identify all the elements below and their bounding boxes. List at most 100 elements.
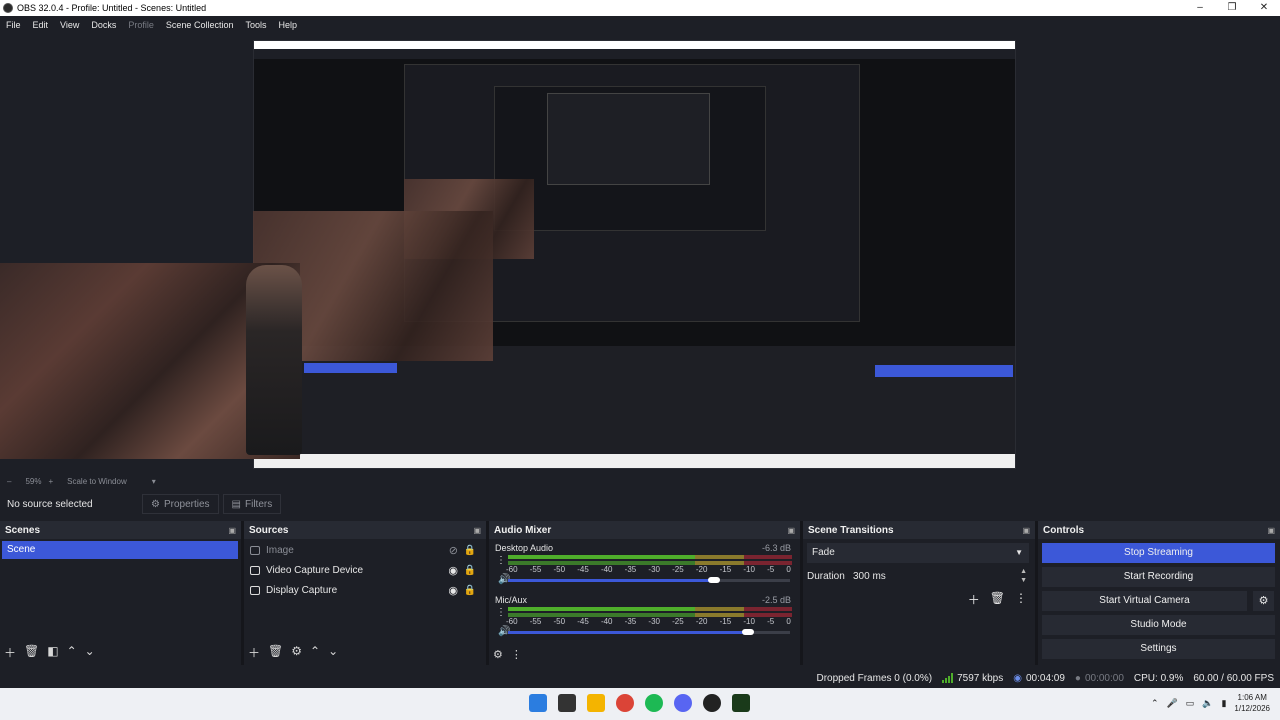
discord-icon[interactable]: [674, 694, 692, 712]
terminal-icon[interactable]: [732, 694, 750, 712]
tick-label: -15: [719, 617, 732, 626]
scenes-toolbar: ＋ 🗑 ◧ ⌃ ⌄: [4, 644, 95, 661]
maximize-button[interactable]: ❐: [1216, 0, 1248, 16]
volume-slider[interactable]: [508, 629, 790, 635]
menu-scene-collection[interactable]: Scene Collection: [160, 20, 240, 30]
volume-icon[interactable]: 🔈: [1202, 698, 1213, 709]
menu-help[interactable]: Help: [272, 20, 303, 30]
lock-icon[interactable]: 🔒: [464, 545, 476, 556]
windows-start-icon[interactable]: [529, 694, 547, 712]
taskbar-clock[interactable]: 1:06 AM 1/12/2026: [1234, 692, 1270, 714]
volume-slider[interactable]: [508, 577, 790, 583]
tick-label: -10: [743, 565, 755, 574]
scene-item[interactable]: Scene: [2, 541, 238, 559]
volume-knob[interactable]: [707, 577, 720, 583]
duration-spinbox[interactable]: 300 ms ▲ ▼: [849, 567, 1029, 587]
preview-area[interactable]: [0, 33, 1280, 474]
lock-icon[interactable]: 🔒: [464, 585, 476, 596]
audio-mixer-dock: Audio Mixer ▣ Desktop Audio -6.3 dB ⋮ -6…: [489, 521, 800, 665]
record-time: ● 00:00:00: [1075, 673, 1124, 684]
chevron-down-icon: ▾: [151, 476, 156, 486]
filters-label: Filters: [245, 498, 273, 510]
add-source-icon[interactable]: ＋: [248, 644, 260, 661]
camera-subject: [246, 265, 302, 455]
add-scene-icon[interactable]: ＋: [4, 644, 16, 661]
zoom-in-button[interactable]: +: [48, 477, 53, 486]
minimize-button[interactable]: –: [1184, 0, 1216, 16]
spotify-icon[interactable]: [645, 694, 663, 712]
close-button[interactable]: ✕: [1248, 0, 1280, 16]
start-virtual-camera-button[interactable]: Start Virtual Camera: [1042, 591, 1247, 611]
chevron-up-icon[interactable]: ⌃: [1151, 698, 1159, 709]
zoom-out-button[interactable]: –: [7, 477, 11, 486]
kebab-menu-icon[interactable]: ⋮: [496, 607, 506, 618]
battery-icon[interactable]: ▮: [1221, 698, 1226, 709]
stream-time-value: 00:04:09: [1025, 672, 1065, 684]
undock-icon[interactable]: ▣: [473, 526, 481, 535]
move-up-icon[interactable]: ⌃: [67, 644, 77, 661]
tick-label: 0: [786, 565, 791, 574]
eye-icon[interactable]: ◉: [448, 564, 458, 577]
add-transition-icon[interactable]: ＋: [968, 591, 980, 608]
audio-mixer-body: Desktop Audio -6.3 dB ⋮ -60 -55 -50 -45 …: [489, 539, 800, 665]
advanced-audio-icon[interactable]: ⚙: [493, 648, 503, 661]
channel-name: Desktop Audio: [495, 543, 554, 553]
camera-icon: [250, 565, 260, 575]
scene-filters-icon[interactable]: ◧: [47, 644, 58, 661]
menu-view[interactable]: View: [54, 20, 85, 30]
menu-bar: File Edit View Docks Profile Scene Colle…: [0, 16, 1280, 33]
remove-scene-icon[interactable]: 🗑: [24, 644, 39, 661]
record-icon: ●: [1074, 672, 1081, 684]
settings-button[interactable]: Settings: [1042, 639, 1275, 659]
scale-mode-select[interactable]: Scale to Window ▾: [60, 477, 156, 486]
eye-hidden-icon[interactable]: ⊘: [449, 544, 458, 557]
source-item-display-capture[interactable]: Display Capture ◉ 🔒: [250, 581, 480, 599]
kebab-menu-icon[interactable]: ⋮: [1015, 591, 1027, 608]
controls-body: Stop Streaming Start Recording Start Vir…: [1038, 539, 1280, 665]
start-recording-button[interactable]: Start Recording: [1042, 567, 1275, 587]
studio-mode-button[interactable]: Studio Mode: [1042, 615, 1275, 635]
source-item-image[interactable]: Image ⊘ 🔒: [250, 541, 480, 559]
lock-icon[interactable]: 🔒: [464, 565, 476, 576]
move-up-icon[interactable]: ⌃: [310, 644, 320, 661]
filters-button[interactable]: ▤ Filters: [222, 494, 282, 514]
properties-button[interactable]: ⚙ Properties: [142, 494, 219, 514]
menu-file[interactable]: File: [0, 20, 27, 30]
sources-list: Image ⊘ 🔒 Video Capture Device ◉ 🔒 Displ…: [244, 539, 486, 665]
chrome-icon[interactable]: [616, 694, 634, 712]
source-item-video-capture[interactable]: Video Capture Device ◉ 🔒: [250, 561, 480, 579]
kebab-menu-icon[interactable]: ⋮: [511, 648, 522, 661]
network-icon[interactable]: ▭: [1186, 698, 1195, 709]
eye-icon[interactable]: ◉: [448, 584, 458, 597]
audio-mixer-title: Audio Mixer: [494, 524, 552, 536]
menu-edit[interactable]: Edit: [27, 20, 55, 30]
undock-icon[interactable]: ▣: [228, 526, 236, 535]
transition-select[interactable]: Fade ▼: [807, 543, 1029, 563]
tick-label: -25: [672, 617, 684, 626]
recursive-taskbar: [254, 454, 1015, 468]
task-view-icon[interactable]: [558, 694, 576, 712]
menu-profile[interactable]: Profile: [122, 20, 160, 30]
volume-knob[interactable]: [741, 629, 754, 635]
undock-icon[interactable]: ▣: [1022, 526, 1030, 535]
source-name: Display Capture: [266, 584, 338, 596]
remove-source-icon[interactable]: 🗑: [268, 644, 283, 661]
tick-label: -50: [553, 617, 566, 626]
menu-docks[interactable]: Docks: [85, 20, 122, 30]
move-down-icon[interactable]: ⌄: [328, 644, 338, 661]
volume-fill: [508, 631, 748, 634]
remove-transition-icon[interactable]: 🗑: [990, 591, 1005, 608]
bitrate-status: 7597 kbps: [942, 673, 1003, 684]
file-explorer-icon[interactable]: [587, 694, 605, 712]
undock-icon[interactable]: ▣: [787, 526, 795, 535]
undock-icon[interactable]: ▣: [1267, 526, 1275, 535]
virtual-camera-settings-button[interactable]: ⚙: [1253, 591, 1274, 611]
move-down-icon[interactable]: ⌄: [85, 644, 95, 661]
microphone-icon[interactable]: 🎤: [1167, 698, 1178, 709]
stop-streaming-button[interactable]: Stop Streaming: [1042, 543, 1275, 563]
kebab-menu-icon[interactable]: ⋮: [496, 555, 506, 566]
source-properties-icon[interactable]: ⚙: [291, 644, 302, 661]
spin-arrows-icon[interactable]: ▲ ▼: [1020, 567, 1027, 585]
menu-tools[interactable]: Tools: [239, 20, 272, 30]
obs-icon[interactable]: [703, 694, 721, 712]
